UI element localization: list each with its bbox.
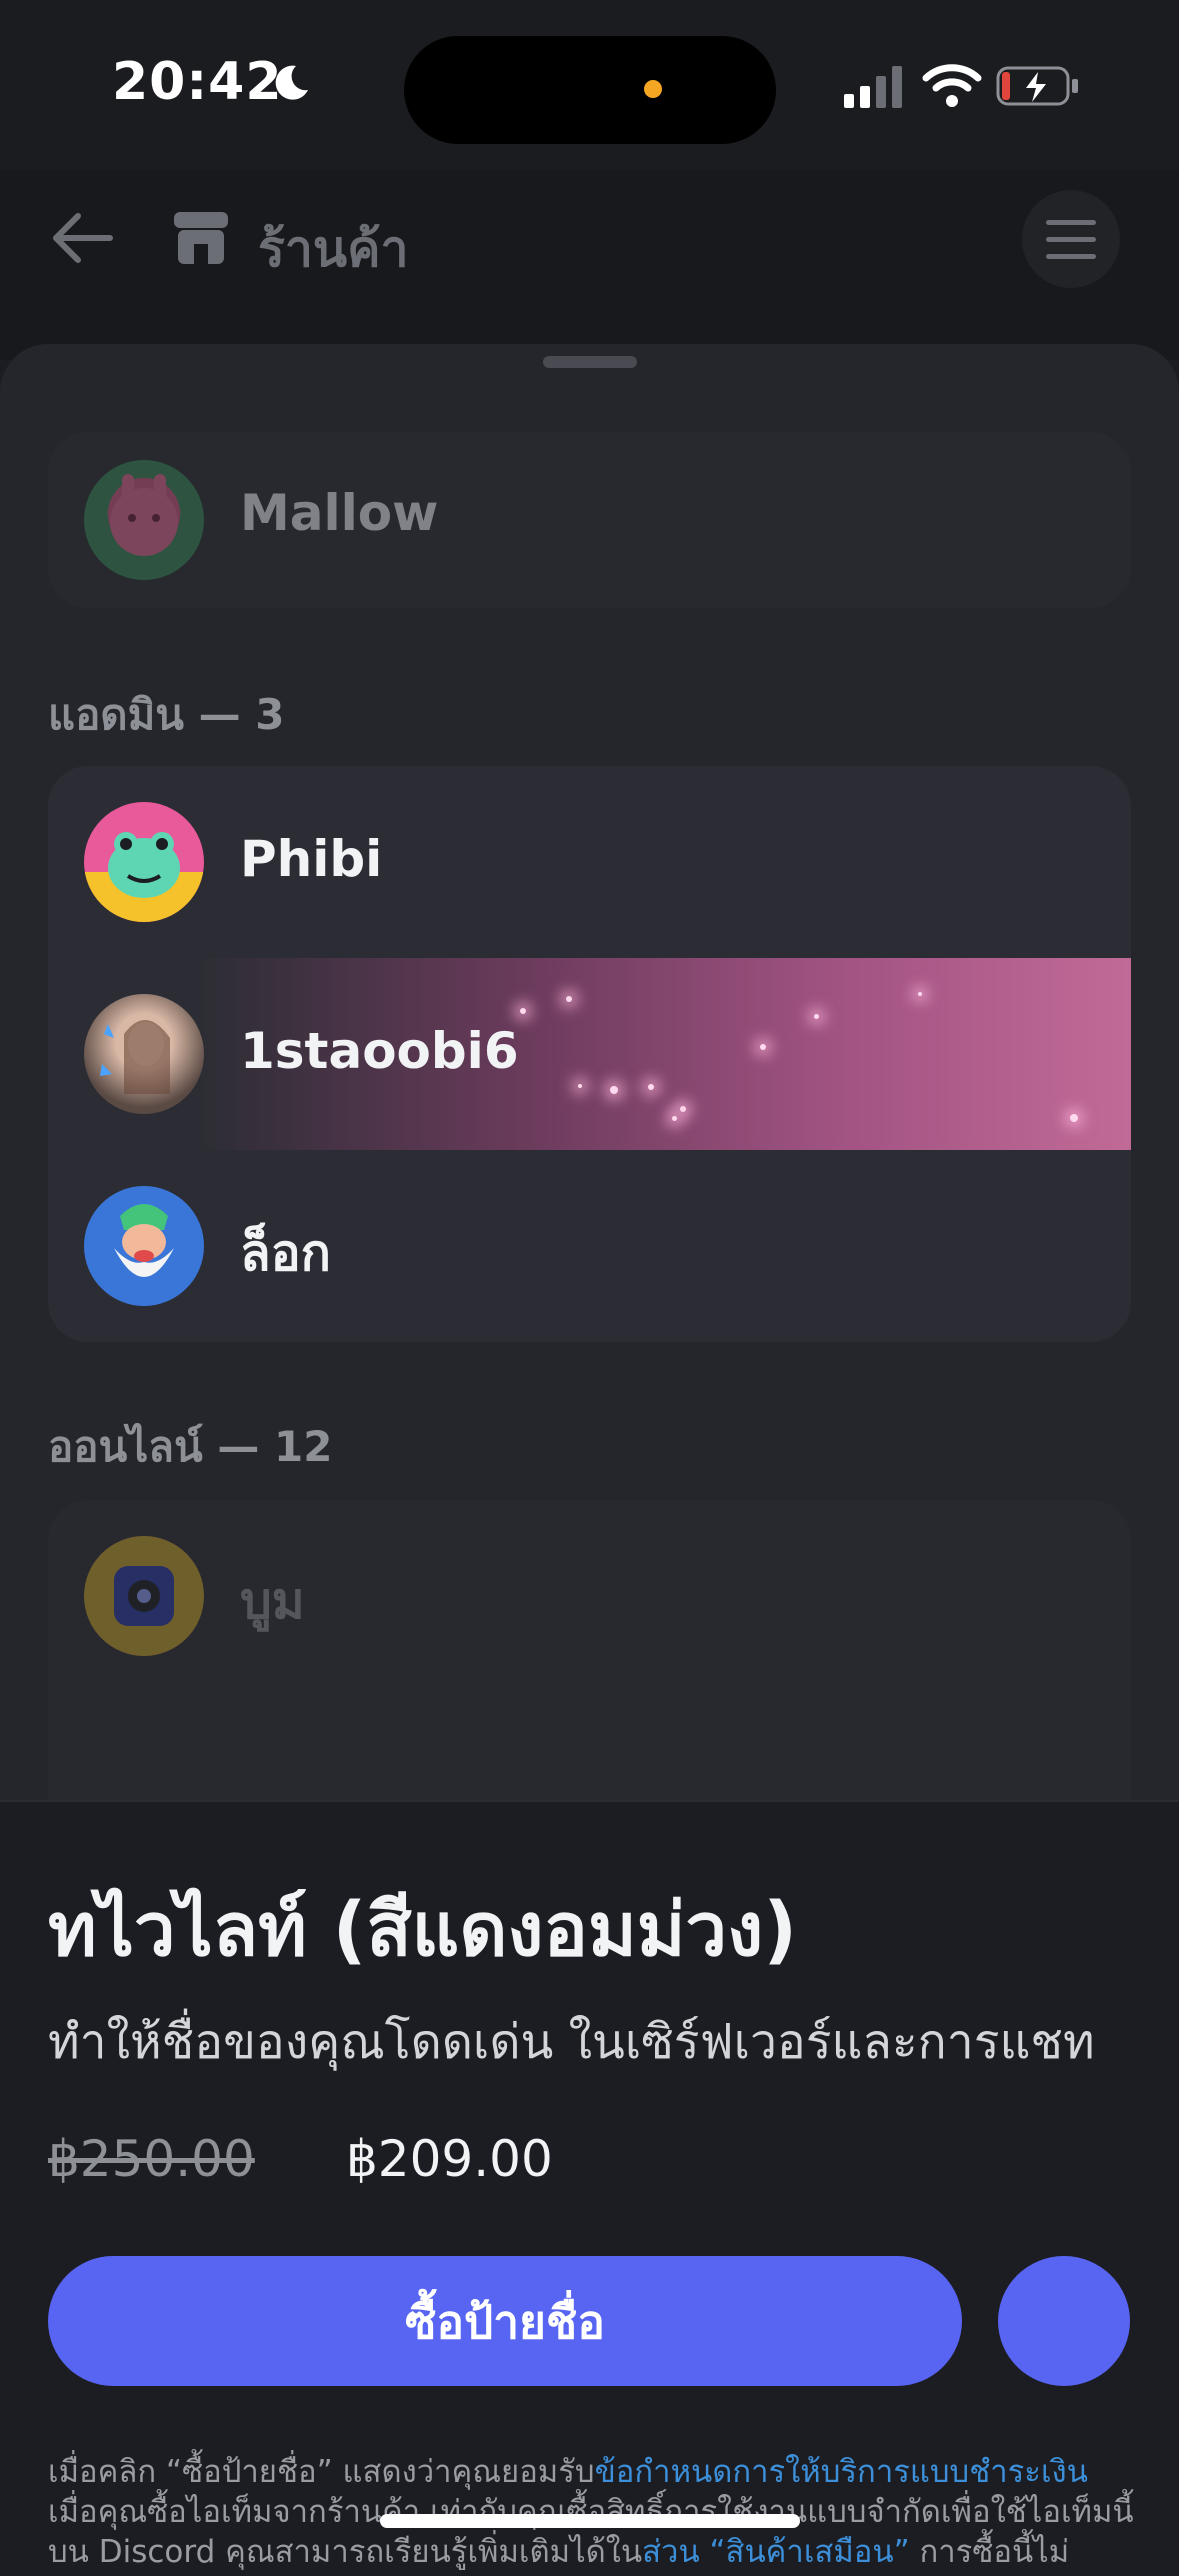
- sheet-handle[interactable]: [543, 356, 637, 368]
- photo-avatar-icon: [100, 1019, 170, 1094]
- buy-nameplate-button[interactable]: ซื้อป้ายชื่อ: [48, 2256, 962, 2386]
- online-card: บูม: [48, 1500, 1131, 1800]
- status-time: 20:42: [112, 52, 283, 112]
- shop-icon: [174, 212, 228, 264]
- wizard-avatar-icon: [114, 1204, 174, 1277]
- member-name: Mallow: [240, 484, 439, 542]
- member-name: บูม: [240, 1572, 305, 1630]
- robot-avatar-icon: [114, 1566, 174, 1626]
- member-card-top: Mallow: [48, 432, 1131, 608]
- menu-button[interactable]: [1022, 190, 1120, 288]
- online-heading: ออนไลน์ — 12: [48, 1422, 333, 1471]
- gift-icon: [998, 2256, 1130, 2386]
- dynamic-island: [404, 36, 776, 144]
- back-arrow-icon[interactable]: [50, 210, 114, 266]
- sale-price: ฿209.00: [346, 2130, 553, 2188]
- wifi-icon: [922, 64, 982, 107]
- virtual-goods-link[interactable]: ส่วน “สินค้าเสมือน”: [642, 2534, 910, 2570]
- terms-line-3: บน Discord คุณสามารถเรียนรู้เพิ่มเติมได้…: [48, 2534, 1070, 2570]
- admins-heading: แอดมิน — 3: [48, 690, 285, 739]
- moon-icon: [275, 65, 308, 100]
- privacy-indicator: [644, 80, 662, 98]
- avatar: [84, 802, 204, 922]
- avatar: [84, 994, 204, 1114]
- page-title: ร้านค้า: [258, 220, 409, 278]
- frog-avatar-icon: [84, 832, 204, 922]
- paid-terms-link[interactable]: ข้อกำหนดการให้บริการแบบชำระเงิน: [595, 2454, 1088, 2490]
- avatar: [84, 460, 204, 580]
- battery-icon: [996, 66, 1078, 106]
- product-title: ทไวไลท์ (สีแดงอมม่วง): [48, 1887, 798, 1973]
- member-name: ล็อก: [240, 1224, 331, 1282]
- cellular-signal-icon: [844, 66, 902, 108]
- product-description: ทำให้ชื่อของคุณโดดเด่น ในเซิร์ฟเวอร์และก…: [48, 2014, 1095, 2070]
- member-name: Phibi: [240, 830, 383, 888]
- original-price: ฿250.00: [48, 2130, 255, 2188]
- home-indicator[interactable]: [380, 2514, 800, 2528]
- bunny-avatar-icon: [110, 474, 178, 556]
- member-name: 1staoobi6: [240, 1022, 519, 1080]
- gift-button[interactable]: [998, 2256, 1130, 2386]
- avatar: [84, 1186, 204, 1306]
- avatar: [84, 1536, 204, 1656]
